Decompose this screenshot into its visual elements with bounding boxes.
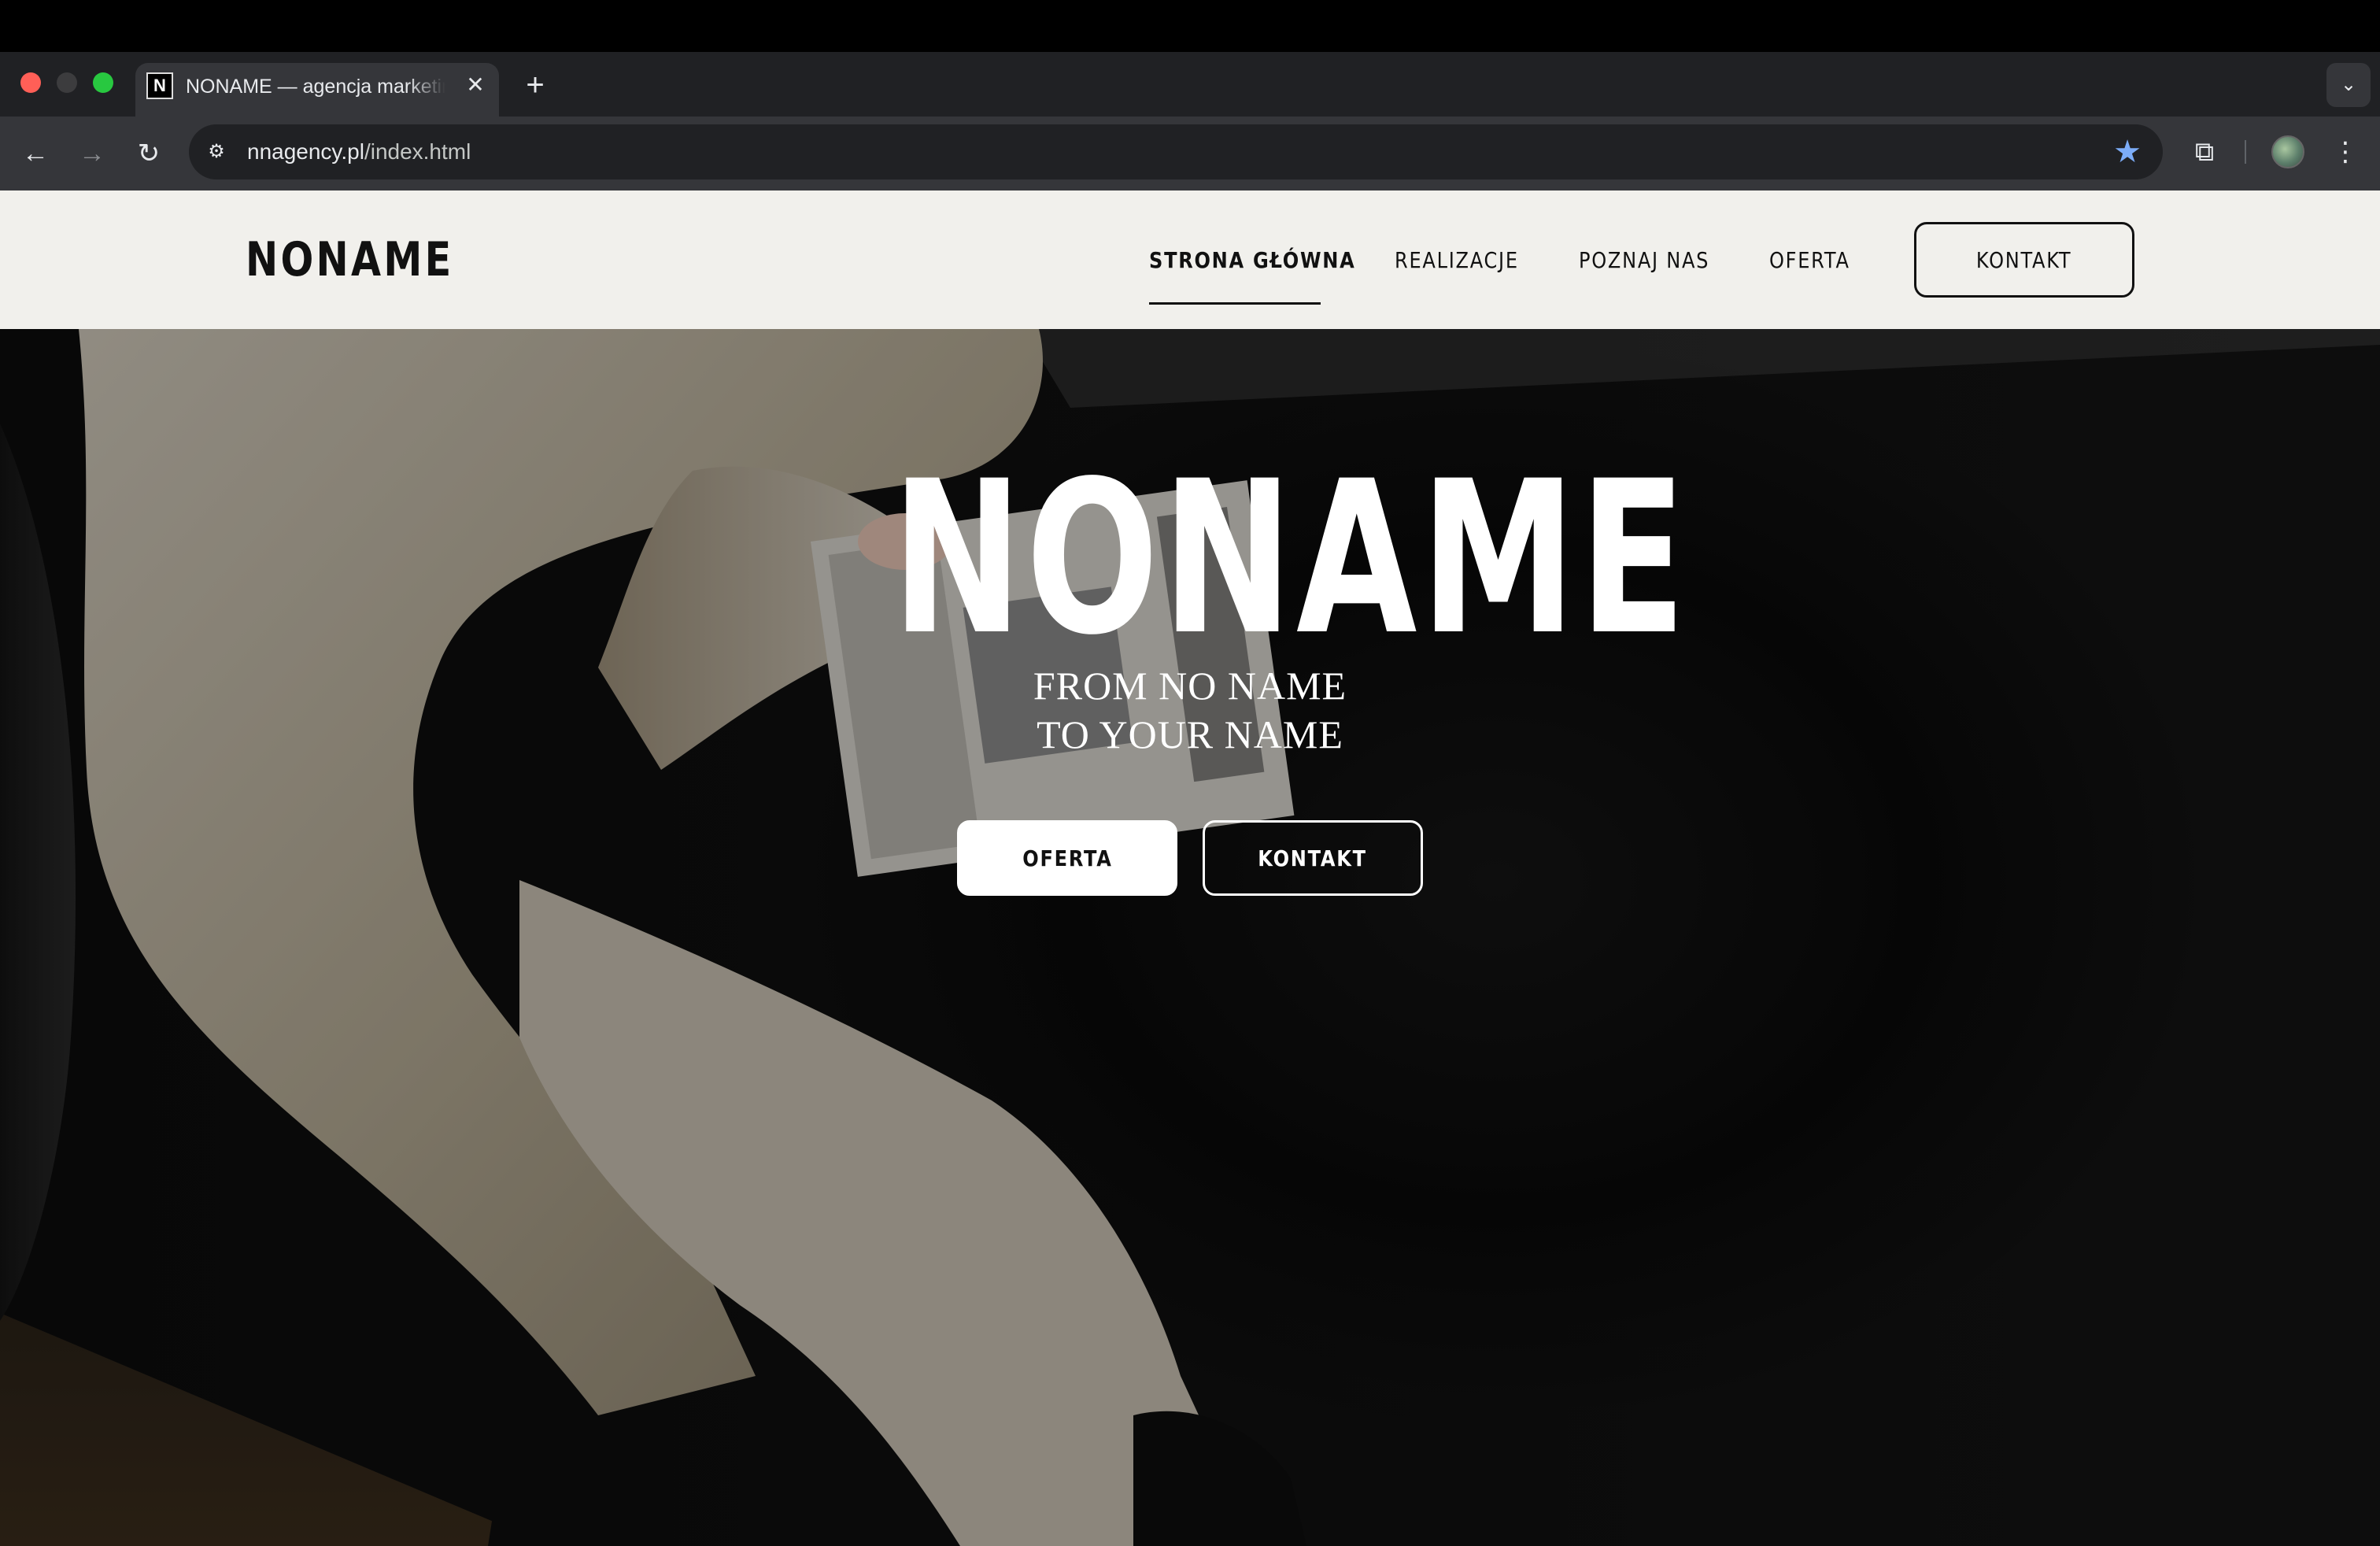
- site-logo[interactable]: NONAME: [246, 228, 454, 291]
- nav-item-about[interactable]: POZNAJ NAS: [1579, 241, 1709, 280]
- tab-favicon-icon: N: [146, 72, 173, 99]
- nav-item-home[interactable]: STRONA GŁÓWNA: [1149, 241, 1356, 280]
- hero-subtitle-line-1: FROM NO NAME: [1033, 664, 1347, 708]
- back-arrow-icon[interactable]: ←: [16, 134, 55, 173]
- hero-subtitle: FROM NO NAME TO YOUR NAME: [875, 661, 1505, 759]
- address-bar[interactable]: [189, 124, 2163, 179]
- hero-title: NONAME: [892, 436, 1690, 682]
- site-info-tune-icon[interactable]: ⚙: [201, 137, 231, 167]
- hero-contact-label: KONTAKT: [1258, 845, 1368, 871]
- nav-item-portfolio[interactable]: REALIZACJE: [1395, 241, 1519, 280]
- bookmark-star-icon[interactable]: ★: [2109, 134, 2145, 170]
- nav-item-offer[interactable]: OFERTA: [1769, 241, 1850, 280]
- profile-avatar[interactable]: [2271, 135, 2304, 168]
- hero-subtitle-line-2: TO YOUR NAME: [1037, 712, 1343, 756]
- tab-title[interactable]: NONAME — agencja marketingowa: [186, 72, 445, 101]
- header-contact-button[interactable]: KONTAKT: [1914, 222, 2134, 298]
- window-close-button[interactable]: [20, 72, 41, 93]
- hero-offer-label: OFERTA: [1022, 845, 1113, 871]
- header-contact-label: KONTAKT: [1976, 246, 2072, 273]
- url-path: /index.html: [364, 139, 471, 164]
- extensions-puzzle-icon[interactable]: ⧉: [2186, 134, 2223, 170]
- toolbar-separator: [2245, 140, 2246, 164]
- window-zoom-button[interactable]: [93, 72, 113, 93]
- hero-offer-button[interactable]: OFERTA: [957, 820, 1177, 896]
- tab-close-icon[interactable]: ✕: [463, 72, 488, 98]
- hero-contact-button[interactable]: KONTAKT: [1203, 820, 1423, 896]
- tab-search-chevron-icon[interactable]: ⌄: [2326, 63, 2371, 107]
- address-bar-url[interactable]: nnagency.pl/index.html: [247, 135, 471, 168]
- browser-menu-kebab-icon[interactable]: ⋮: [2330, 134, 2361, 170]
- window-minimize-button[interactable]: [57, 72, 77, 93]
- nav-active-underline: [1149, 302, 1321, 305]
- reload-icon[interactable]: ↻: [129, 134, 168, 173]
- forward-arrow-icon[interactable]: →: [72, 134, 112, 173]
- new-tab-button[interactable]: +: [518, 68, 552, 102]
- screen-top-bar: [0, 0, 2380, 52]
- url-host: nnagency.pl: [247, 139, 364, 164]
